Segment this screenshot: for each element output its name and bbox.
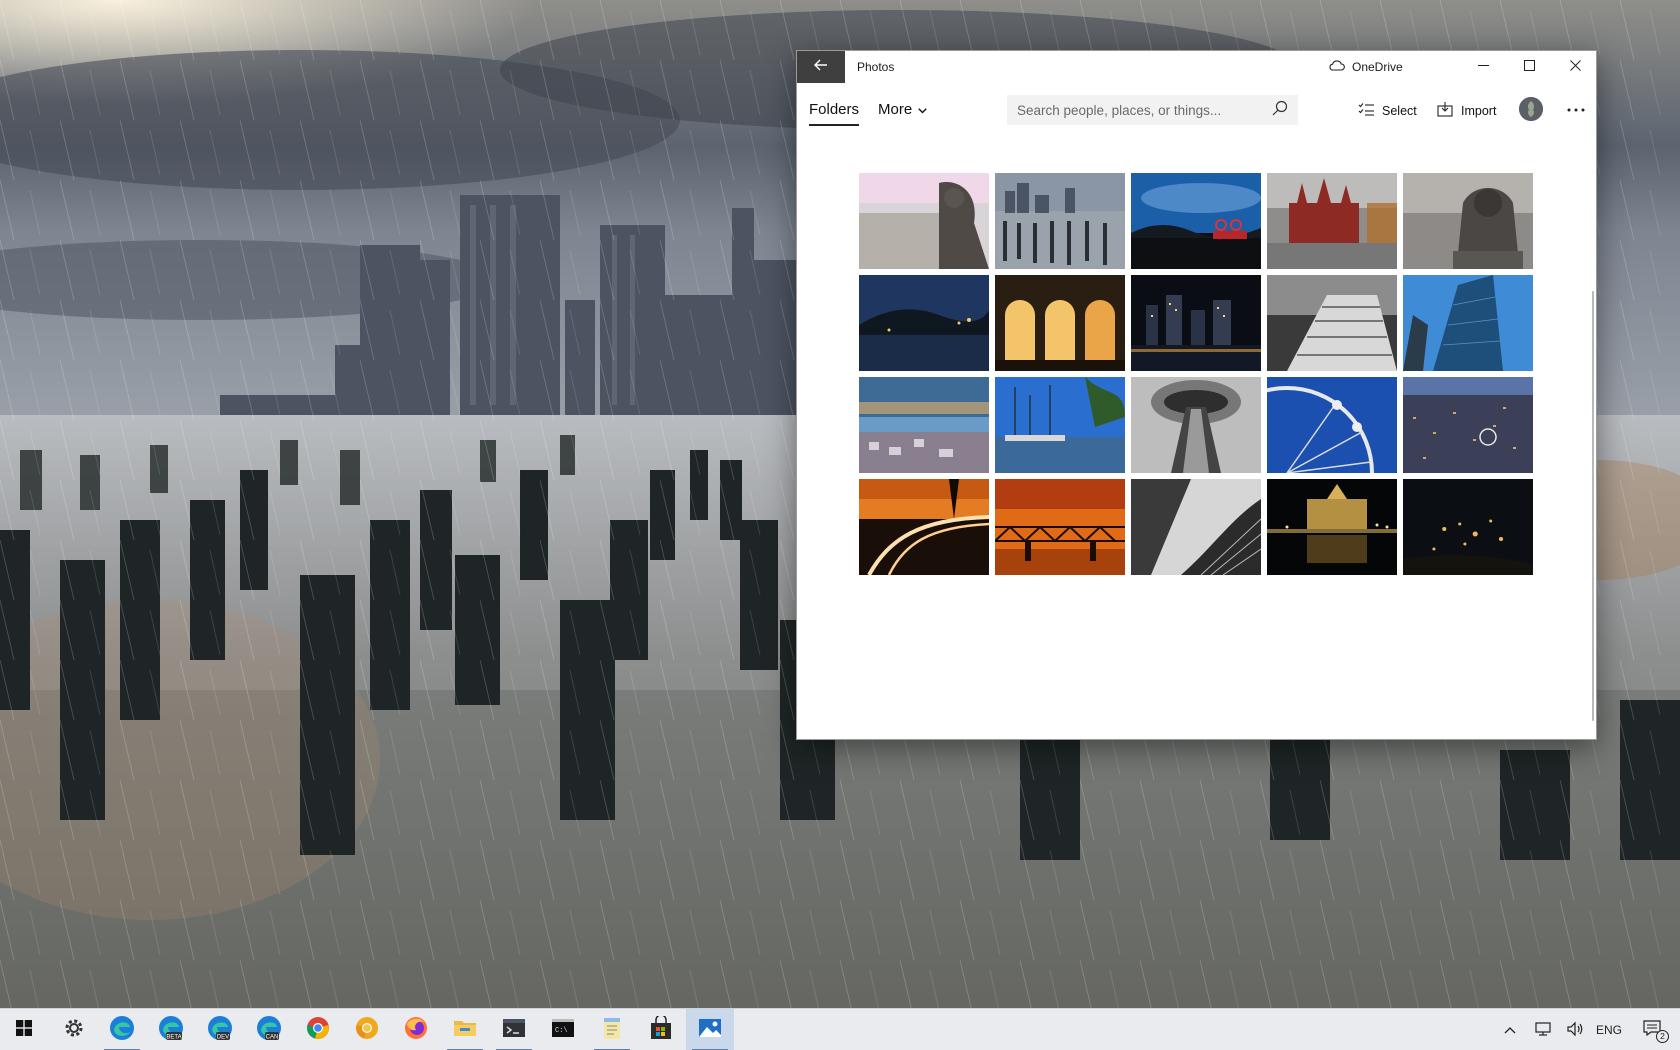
- chevron-up-icon: [1504, 1023, 1516, 1037]
- chrome-canary-icon: [355, 1016, 379, 1045]
- search-icon[interactable]: [1272, 100, 1288, 121]
- more-options-icon[interactable]: [1563, 97, 1589, 123]
- thumbnail-blue-harbor[interactable]: [1131, 173, 1261, 269]
- thumbnail-ferris-wheel[interactable]: [1267, 377, 1397, 473]
- photo-gallery: [859, 173, 1543, 575]
- thumbnail-building-curves[interactable]: [1131, 479, 1261, 575]
- taskbar-firefox[interactable]: [392, 1009, 440, 1050]
- onedrive-label: OneDrive: [1352, 60, 1403, 74]
- thumbnail-bridge-sunset[interactable]: [995, 479, 1125, 575]
- title-bar: Photos OneDrive: [797, 51, 1596, 83]
- show-hidden-icons-button[interactable]: [1496, 1009, 1524, 1050]
- back-button[interactable]: [797, 51, 845, 83]
- avatar[interactable]: [1519, 97, 1543, 121]
- taskbar-notepad[interactable]: [588, 1009, 636, 1050]
- thumbnail-city-aerial[interactable]: [1403, 377, 1533, 473]
- tab-more-label: More: [878, 101, 913, 118]
- taskbar-command-prompt[interactable]: C:\: [539, 1009, 587, 1050]
- speaker-icon: [1566, 1021, 1584, 1040]
- terminal-icon: [502, 1018, 526, 1043]
- chevron-down-icon: [918, 101, 927, 118]
- select-button[interactable]: Select: [1358, 102, 1417, 119]
- thumbnail-space-needle[interactable]: [1131, 377, 1261, 473]
- thumbnail-white-bridge[interactable]: [1267, 275, 1397, 371]
- action-center-button[interactable]: 2: [1632, 1009, 1676, 1050]
- import-icon: [1437, 102, 1453, 120]
- network-button[interactable]: [1528, 1009, 1558, 1050]
- thumbnail-coastal-town[interactable]: [859, 377, 989, 473]
- thumbnail-red-museum[interactable]: [1267, 173, 1397, 269]
- thumbnail-arches[interactable]: [995, 275, 1125, 371]
- select-label: Select: [1382, 103, 1417, 118]
- thumbnail-gargoyle[interactable]: [859, 173, 989, 269]
- taskbar-chrome[interactable]: [294, 1009, 342, 1050]
- network-icon: [1534, 1021, 1552, 1040]
- cmd-icon: C:\: [551, 1018, 575, 1043]
- gear-icon: [63, 1017, 85, 1044]
- close-button[interactable]: [1552, 51, 1596, 83]
- firefox-icon: [404, 1016, 428, 1045]
- svg-text:DEV: DEV: [217, 1034, 229, 1040]
- photos-icon: [698, 1018, 722, 1043]
- svg-text:BETA: BETA: [166, 1034, 181, 1040]
- taskbar-edge-canary[interactable]: CAN: [245, 1009, 293, 1050]
- checklist-icon: [1358, 102, 1374, 119]
- search-input[interactable]: [1017, 102, 1272, 118]
- volume-button[interactable]: [1560, 1009, 1590, 1050]
- search-box[interactable]: [1007, 95, 1298, 125]
- toolbar: Folders More Select Import: [797, 83, 1596, 139]
- taskbar-store[interactable]: [637, 1009, 685, 1050]
- minimize-button[interactable]: [1460, 51, 1506, 83]
- language-indicator[interactable]: ENG: [1592, 1009, 1626, 1050]
- taskbar-terminal[interactable]: [490, 1009, 538, 1050]
- taskbar: BETA DEV CAN C:\ ENG 2: [0, 1008, 1680, 1050]
- onedrive-button[interactable]: OneDrive: [1328, 51, 1403, 83]
- thumbnail-palace-night[interactable]: [1267, 479, 1397, 575]
- notification-count: 2: [1656, 1030, 1669, 1043]
- scrollbar[interactable]: [1592, 291, 1594, 721]
- taskbar-settings[interactable]: [50, 1009, 98, 1050]
- edge-beta-icon: BETA: [158, 1015, 184, 1046]
- notification-icon: 2: [1643, 1020, 1669, 1043]
- edge-dev-icon: DEV: [207, 1015, 233, 1046]
- taskbar-chrome-canary[interactable]: [343, 1009, 391, 1050]
- svg-text:CAN: CAN: [266, 1034, 279, 1040]
- minimize-icon: [1477, 58, 1489, 76]
- back-arrow-icon: [814, 58, 828, 76]
- edge-canary-icon: CAN: [256, 1015, 282, 1046]
- taskbar-edge-dev[interactable]: DEV: [196, 1009, 244, 1050]
- cloud-icon: [1328, 60, 1345, 74]
- taskbar-photos[interactable]: [686, 1009, 734, 1050]
- thumbnail-glass-tower[interactable]: [1403, 275, 1533, 371]
- thumbnail-stone-lion[interactable]: [1403, 173, 1533, 269]
- windows-logo-icon: [16, 1019, 32, 1041]
- thumbnail-city-night[interactable]: [1131, 275, 1261, 371]
- taskbar-edge[interactable]: [98, 1009, 146, 1050]
- edge-icon: [109, 1015, 135, 1046]
- thumbnail-village-night[interactable]: [1403, 479, 1533, 575]
- thumbnail-marina[interactable]: [995, 377, 1125, 473]
- maximize-button[interactable]: [1506, 51, 1552, 83]
- taskbar-file-explorer[interactable]: [441, 1009, 489, 1050]
- thumbnail-light-trails[interactable]: [859, 479, 989, 575]
- taskbar-edge-beta[interactable]: BETA: [147, 1009, 195, 1050]
- photos-window: Photos OneDrive Folders More Search peop…: [796, 50, 1597, 740]
- app-title: Photos: [857, 60, 895, 74]
- import-button[interactable]: Import: [1437, 102, 1496, 120]
- tab-folders[interactable]: Folders: [809, 101, 860, 126]
- notepad-icon: [602, 1016, 622, 1045]
- close-icon: [1569, 58, 1581, 76]
- thumbnail-pier-skyline[interactable]: [995, 173, 1125, 269]
- maximize-icon: [1523, 58, 1535, 76]
- import-label: Import: [1461, 104, 1497, 118]
- start-button[interactable]: [0, 1009, 48, 1050]
- thumbnail-night-hills[interactable]: [859, 275, 989, 371]
- svg-text:C:\: C:\: [555, 1027, 568, 1035]
- tab-more[interactable]: More: [878, 101, 927, 118]
- chrome-icon: [306, 1016, 330, 1045]
- store-icon: [650, 1013, 672, 1045]
- folder-icon: [453, 1018, 477, 1043]
